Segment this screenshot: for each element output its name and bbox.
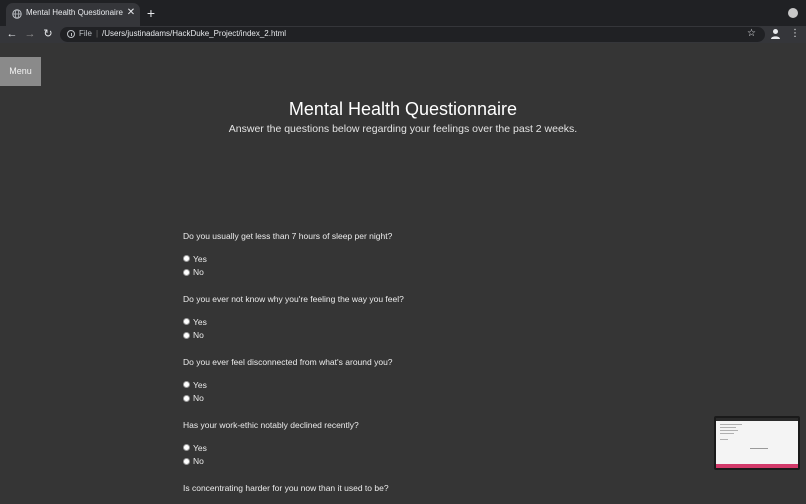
radio-button[interactable] [183, 381, 190, 389]
option-label: Yes [193, 442, 207, 453]
info-icon[interactable] [67, 30, 75, 38]
option-label: Yes [193, 379, 207, 390]
radio-button[interactable] [183, 457, 190, 465]
option-yes[interactable]: Yes [183, 315, 603, 329]
back-arrow-icon[interactable]: ← [5, 27, 19, 41]
option-yes[interactable]: Yes [183, 441, 603, 455]
option-label: No [193, 330, 204, 341]
question-text: Do you ever not know why you're feeling … [183, 294, 404, 304]
question-concentration: Is concentrating harder for you now than… [183, 482, 603, 504]
question-text: Has your work-ethic notably declined rec… [183, 420, 359, 430]
tab-title: Mental Health Questionaire [26, 8, 123, 17]
page-subtitle: Answer the questions below regarding you… [228, 123, 578, 135]
question-text: Do you usually get less than 7 hours of … [183, 231, 393, 241]
radio-button[interactable] [183, 268, 190, 276]
reload-icon[interactable]: ↻ [41, 27, 55, 41]
option-label: No [193, 393, 204, 404]
close-icon[interactable]: ✕ [125, 6, 137, 20]
question-text: Is concentrating harder for you now than… [183, 483, 389, 493]
profile-icon[interactable] [770, 28, 781, 40]
thumbnail-bar [716, 418, 798, 421]
thumbnail-line [720, 439, 728, 440]
browser-tab-bar: Mental Health Questionaire ✕ + [0, 0, 806, 26]
screenshot-thumbnail[interactable] [714, 416, 800, 470]
radio-button[interactable] [183, 255, 190, 263]
option-no[interactable]: No [183, 392, 603, 406]
star-icon[interactable]: ☆ [747, 27, 756, 41]
question-work-ethic: Has your work-ethic notably declined rec… [183, 419, 603, 468]
globe-icon [12, 9, 22, 19]
question-feelings: Do you ever not know why you're feeling … [183, 293, 603, 342]
radio-button[interactable] [183, 394, 190, 402]
thumbnail-line [750, 448, 768, 449]
option-label: No [193, 456, 204, 467]
option-yes[interactable]: Yes [183, 378, 603, 392]
browser-tab[interactable]: Mental Health Questionaire ✕ [6, 3, 140, 26]
menu-button[interactable]: Menu [0, 57, 41, 86]
plus-icon[interactable]: + [144, 5, 158, 21]
radio-button[interactable] [183, 331, 190, 339]
address-bar[interactable]: File | /Users/justinadams/HackDuke_Proje… [60, 27, 765, 42]
page-title: Mental Health Questionnaire [288, 99, 518, 119]
thumbnail-line [720, 424, 742, 425]
option-no[interactable]: No [183, 266, 603, 280]
thumbnail-line [720, 427, 736, 428]
option-yes[interactable]: Yes [183, 252, 603, 266]
thumbnail-footer [716, 464, 798, 468]
url-scheme: File [79, 29, 92, 38]
browser-toolbar: ← → ↻ File | /Users/justinadams/HackDuke… [0, 26, 806, 43]
option-label: Yes [193, 253, 207, 264]
radio-button[interactable] [183, 318, 190, 326]
option-label: No [193, 267, 204, 278]
window-control-icon[interactable] [788, 8, 798, 18]
option-no[interactable]: No [183, 455, 603, 469]
option-no[interactable]: No [183, 329, 603, 343]
url-separator: | [96, 29, 99, 38]
option-label: Yes [193, 316, 207, 327]
thumbnail-line [720, 430, 738, 431]
page-content: Menu Mental Health Questionnaire Answer … [0, 43, 806, 504]
question-sleep: Do you usually get less than 7 hours of … [183, 230, 603, 279]
url-text[interactable]: /Users/justinadams/HackDuke_Project/inde… [102, 29, 286, 38]
kebab-menu-icon[interactable]: ⋮ [790, 26, 800, 42]
radio-button[interactable] [183, 444, 190, 452]
question-disconnected: Do you ever feel disconnected from what'… [183, 356, 603, 405]
thumbnail-line [720, 433, 734, 434]
forward-arrow-icon[interactable]: → [23, 27, 37, 41]
question-text: Do you ever feel disconnected from what'… [183, 357, 393, 367]
